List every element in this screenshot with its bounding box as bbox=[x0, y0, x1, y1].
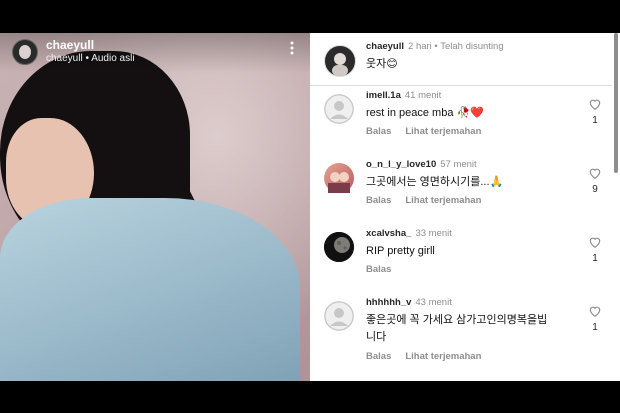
comment-avatar[interactable] bbox=[324, 94, 354, 124]
comment-time: 41 menit bbox=[404, 90, 442, 101]
comment-text: RIP pretty girll bbox=[366, 245, 435, 257]
comment-username[interactable]: hhhhhh_v bbox=[366, 297, 411, 308]
translate-button[interactable]: Lihat terjemahan bbox=[405, 195, 481, 206]
comment-actions: Balas Lihat terjemahan bbox=[366, 126, 495, 137]
caption-time: 2 hari • Telah disunting bbox=[408, 41, 504, 52]
comment-meta: imell.1a 41 menit bbox=[366, 90, 441, 101]
poster-username[interactable]: chaeyull bbox=[46, 38, 94, 52]
comment-meta: o_n_l_y_love10 57 menit bbox=[366, 159, 477, 170]
comment-actions: Balas Lihat terjemahan bbox=[366, 195, 495, 206]
heart-outline-icon[interactable] bbox=[588, 97, 602, 111]
caption-row: chaeyull 2 hari • Telah disunting 웃자😊 bbox=[310, 33, 612, 86]
comment-time: 33 menit bbox=[415, 228, 452, 239]
reply-button[interactable]: Balas bbox=[366, 351, 391, 362]
caption-username[interactable]: chaeyull bbox=[366, 41, 404, 52]
comment-username[interactable]: imell.1a bbox=[366, 90, 401, 101]
translate-button[interactable]: Lihat terjemahan bbox=[405, 351, 481, 362]
comment-avatar[interactable] bbox=[324, 301, 354, 331]
comment-actions: Balas bbox=[366, 264, 405, 275]
comment-username[interactable]: xcalvsha_ bbox=[366, 228, 411, 239]
heart-outline-icon[interactable] bbox=[588, 304, 602, 318]
comment-text-line1: 좋은곳에 꼭 가세요 삼가고인의명복을빕 bbox=[366, 314, 548, 326]
comment-meta: xcalvsha_ 33 menit bbox=[366, 228, 452, 239]
reply-button[interactable]: Balas bbox=[366, 195, 391, 206]
app-frame: chaeyull chaeyull • Audio asli chaeyull 2… bbox=[0, 33, 620, 381]
comment-actions: Balas Lihat terjemahan bbox=[366, 351, 495, 362]
like-count: 9 bbox=[592, 184, 598, 195]
comment-avatar[interactable] bbox=[324, 163, 354, 193]
reply-button[interactable]: Balas bbox=[366, 126, 391, 137]
jacket bbox=[0, 198, 300, 381]
heart-outline-icon[interactable] bbox=[588, 166, 602, 180]
media-panel[interactable]: chaeyull chaeyull • Audio asli bbox=[0, 33, 310, 381]
like-count: 1 bbox=[592, 322, 598, 333]
comment-text: rest in peace mba 🥀❤️ bbox=[366, 107, 484, 119]
comment-time: 43 menit bbox=[415, 297, 452, 308]
scrollbar-thumb[interactable] bbox=[614, 33, 618, 173]
comment-text-line2: 니다 bbox=[366, 331, 387, 343]
caption-avatar[interactable] bbox=[324, 45, 356, 77]
translate-button[interactable]: Lihat terjemahan bbox=[405, 126, 481, 137]
more-vertical-icon[interactable] bbox=[288, 41, 296, 57]
comments-panel[interactable]: chaeyull 2 hari • Telah disunting 웃자😊 ime… bbox=[310, 33, 612, 381]
comment-time: 57 menit bbox=[440, 159, 477, 170]
comment-username[interactable]: o_n_l_y_love10 bbox=[366, 159, 436, 170]
heart-outline-icon[interactable] bbox=[588, 235, 602, 249]
like-count: 1 bbox=[592, 253, 598, 264]
caption-text: 웃자😊 bbox=[366, 58, 398, 70]
comment-avatar[interactable] bbox=[324, 232, 354, 262]
caption-meta: chaeyull 2 hari • Telah disunting bbox=[366, 41, 504, 52]
poster-subtitle[interactable]: chaeyull • Audio asli bbox=[46, 53, 135, 64]
like-count: 1 bbox=[592, 115, 598, 126]
comments-scrollbar[interactable] bbox=[612, 33, 620, 381]
poster-avatar[interactable] bbox=[12, 39, 38, 65]
comment-meta: hhhhhh_v 43 menit bbox=[366, 297, 452, 308]
reply-button[interactable]: Balas bbox=[366, 264, 391, 275]
comment-text: 그곳에서는 영면하시기를...🙏 bbox=[366, 176, 504, 188]
